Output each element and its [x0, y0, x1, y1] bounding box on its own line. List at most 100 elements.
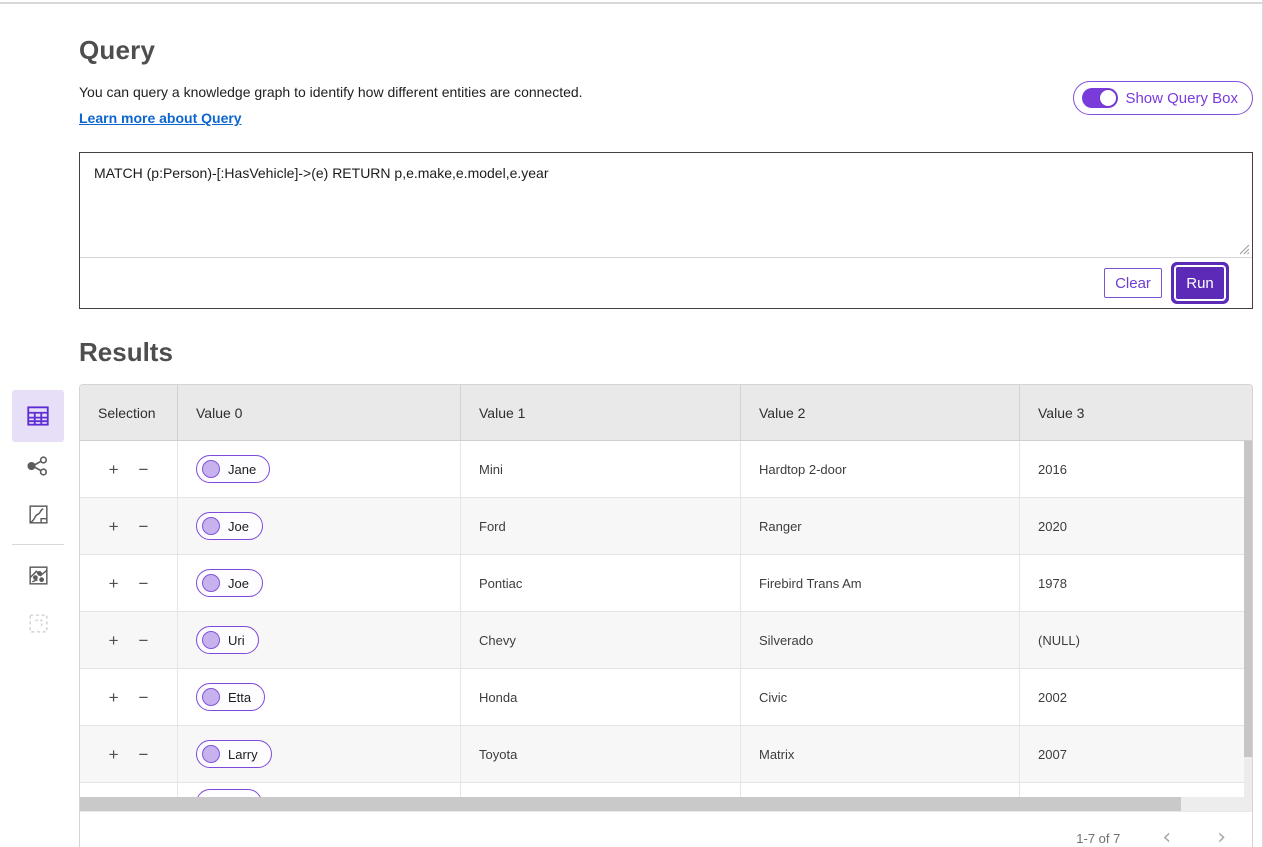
selection-cell: + − [80, 612, 178, 668]
node-dot-icon [202, 631, 220, 649]
value0-cell: Joe [178, 498, 461, 554]
node-chip[interactable]: Jane [196, 455, 270, 483]
value3-cell: 2020 [1020, 498, 1252, 554]
table-row-partial [80, 783, 1252, 797]
node-dot-icon [202, 745, 220, 763]
node-chip[interactable] [196, 789, 262, 797]
selection-cell: + − [80, 498, 178, 554]
query-actions: Clear Run [80, 258, 1252, 308]
table-row: + − Uri Chevy Silverado (NULL) [80, 612, 1252, 669]
node-chip[interactable]: Uri [196, 626, 259, 654]
table-row: + − Larry Toyota Matrix 2007 [80, 726, 1252, 783]
sidebar-item-table-view[interactable] [12, 390, 64, 442]
node-chip[interactable]: Etta [196, 683, 265, 711]
table-body: + − Jane Mini Hardtop 2-door 2016 + − Jo… [80, 441, 1252, 797]
value1-cell: Pontiac [461, 555, 741, 611]
node-dot-icon [202, 688, 220, 706]
vertical-scrollbar [1244, 441, 1252, 797]
value1-cell: Chevy [461, 612, 741, 668]
table-row: + − Etta Honda Civic 2002 [80, 669, 1252, 726]
value2-cell: Firebird Trans Am [741, 555, 1020, 611]
value3-cell: (NULL) [1020, 612, 1252, 668]
value0-cell [178, 783, 461, 797]
toggle-knob [1100, 90, 1116, 106]
collapse-row-button[interactable]: − [137, 630, 151, 651]
expand-row-button[interactable]: + [107, 744, 121, 765]
value2-cell: Silverado [741, 612, 1020, 668]
collapse-row-button[interactable]: − [137, 516, 151, 537]
selection-cell: + − [80, 726, 178, 782]
value2-cell: Hardtop 2-door [741, 441, 1020, 497]
node-chip-label: Larry [228, 747, 258, 762]
results-title: Results [79, 337, 1253, 368]
map-icon [26, 502, 51, 527]
table-row: + − Joe Pontiac Firebird Trans Am 1978 [80, 555, 1252, 612]
expand-row-button[interactable]: + [107, 516, 121, 537]
table-footer: 1-7 of 7 ‹ › [80, 811, 1252, 847]
expand-row-button[interactable]: + [107, 459, 121, 480]
table-header-row: Selection Value 0 Value 1 Value 2 Value … [80, 385, 1252, 441]
expand-row-button[interactable]: + [107, 687, 121, 708]
table-row: + − Jane Mini Hardtop 2-door 2016 [80, 441, 1252, 498]
results-table: Selection Value 0 Value 1 Value 2 Value … [79, 384, 1253, 847]
main-content: Query Show Query Box You can query a kno… [79, 0, 1253, 847]
run-button[interactable]: Run [1176, 267, 1224, 299]
table-row: + − Joe Ford Ranger 2020 [80, 498, 1252, 555]
sidebar-item-map-graph-view[interactable] [12, 551, 64, 599]
node-chip-label: Jane [228, 462, 256, 477]
selection-cell: + − [80, 441, 178, 497]
value2-cell: Ranger [741, 498, 1020, 554]
value3-cell: 2016 [1020, 441, 1252, 497]
query-editor: MATCH (p:Person)-[:HasVehicle]->(e) RETU… [79, 152, 1253, 309]
next-page-button[interactable]: › [1213, 827, 1230, 847]
sidebar-item-map-view[interactable] [12, 490, 64, 538]
node-dot-icon [202, 460, 220, 478]
show-query-box-toggle[interactable]: Show Query Box [1073, 81, 1253, 115]
sidebar-item-graph-view[interactable] [12, 442, 64, 490]
selection-cell: + − [80, 669, 178, 725]
node-chip[interactable]: Joe [196, 569, 263, 597]
expand-row-button[interactable]: + [107, 630, 121, 651]
value2-cell: Civic [741, 669, 1020, 725]
value3-cell: 2007 [1020, 726, 1252, 782]
graph-icon [25, 453, 51, 479]
map-graph-icon [26, 563, 51, 588]
value0-cell: Larry [178, 726, 461, 782]
node-dot-icon [202, 517, 220, 535]
view-sidebar [12, 390, 64, 647]
value0-cell: Etta [178, 669, 461, 725]
column-header-value1: Value 1 [461, 385, 741, 440]
value0-cell: Joe [178, 555, 461, 611]
horizontal-scrollbar-thumb[interactable] [80, 797, 1181, 811]
node-chip-label: Etta [228, 690, 251, 705]
collapse-row-button[interactable]: − [137, 687, 151, 708]
collapse-row-button[interactable]: − [137, 459, 151, 480]
dashed-grid-icon [26, 611, 51, 636]
query-input[interactable]: MATCH (p:Person)-[:HasVehicle]->(e) RETU… [80, 153, 1252, 258]
node-chip[interactable]: Joe [196, 512, 263, 540]
clear-button[interactable]: Clear [1104, 268, 1162, 298]
expand-row-button[interactable]: + [107, 573, 121, 594]
resize-handle-icon[interactable] [1238, 243, 1250, 255]
node-chip-label: Uri [228, 633, 245, 648]
column-header-value2: Value 2 [741, 385, 1020, 440]
previous-page-button[interactable]: ‹ [1158, 827, 1175, 847]
toggle-switch-icon[interactable] [1082, 88, 1118, 108]
vertical-scrollbar-thumb[interactable] [1244, 441, 1252, 757]
collapse-row-button[interactable]: − [137, 744, 151, 765]
sidebar-item-extra-view [12, 599, 64, 647]
value2-cell [741, 783, 1020, 797]
learn-more-link[interactable]: Learn more about Query [79, 110, 242, 126]
value1-cell [461, 783, 741, 797]
value3-cell [1020, 783, 1252, 797]
table-icon [25, 403, 51, 429]
collapse-row-button[interactable]: − [137, 573, 151, 594]
node-chip[interactable]: Larry [196, 740, 272, 768]
value3-cell: 2002 [1020, 669, 1252, 725]
toggle-label: Show Query Box [1125, 90, 1238, 107]
column-header-value3: Value 3 [1020, 385, 1252, 440]
value3-cell: 1978 [1020, 555, 1252, 611]
selection-cell [80, 783, 178, 797]
value0-cell: Jane [178, 441, 461, 497]
pagination-range: 1-7 of 7 [1076, 831, 1120, 846]
